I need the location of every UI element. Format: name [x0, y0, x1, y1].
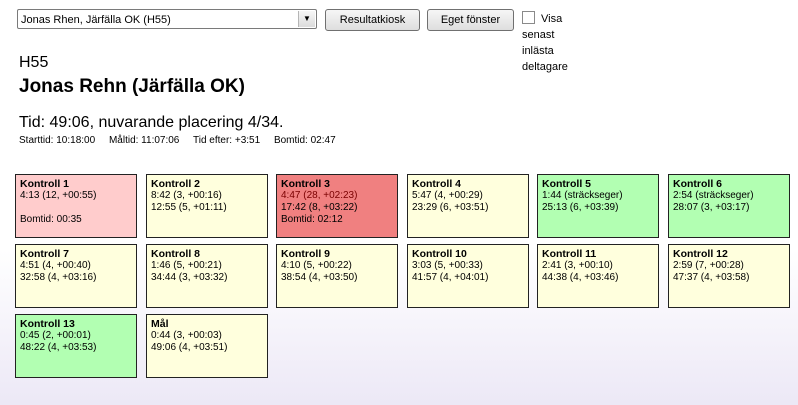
control-split: 4:13 (12, +00:55): [20, 190, 97, 201]
stats-line: Starttid: 10:18:00 Måltid: 11:07:06 Tid …: [19, 135, 347, 146]
control-title: Kontroll 7: [20, 248, 69, 260]
control-total: 47:37 (4, +03:58): [673, 272, 750, 283]
control-total: 25:13 (6, +03:39): [542, 202, 619, 213]
chevron-down-icon[interactable]: ▼: [298, 11, 315, 27]
control-bomtid: Bomtid: 00:35: [20, 214, 82, 225]
control-card: Mål 0:44 (3, +00:03) 49:06 (4, +03:51): [146, 314, 268, 378]
time-behind: Tid efter: +3:51: [192, 135, 261, 146]
control-card: Kontroll 4 5:47 (4, +00:29) 23:29 (6, +03:…: [407, 174, 529, 238]
runner-select-value: Jonas Rhen, Järfälla OK (H55): [21, 14, 171, 26]
control-total: 23:29 (6, +03:51): [412, 202, 489, 213]
control-card: Kontroll 2 8:42 (3, +00:16) 12:55 (5, +01:…: [146, 174, 268, 238]
control-card: Kontroll 12 2:59 (7, +00:28) 47:37 (4, +03…: [668, 244, 790, 308]
control-total: 12:55 (5, +01:11): [151, 202, 227, 213]
control-title: Kontroll 3: [281, 178, 330, 190]
control-title: Kontroll 9: [281, 248, 330, 260]
control-title: Kontroll 1: [20, 178, 69, 190]
control-split: 5:47 (4, +00:29): [412, 190, 483, 201]
control-total: 28:07 (3, +03:17): [673, 202, 750, 213]
finish-time: Måltid: 11:07:06: [108, 135, 180, 146]
control-total: 32:58 (4, +03:16): [20, 272, 97, 283]
control-split: 3:03 (5, +00:33): [412, 260, 483, 271]
control-total: 48:22 (4, +03:53): [20, 342, 97, 353]
control-card: Kontroll 8 1:46 (5, +00:21) 34:44 (3, +03:…: [146, 244, 268, 308]
control-split: 4:51 (4, +00:40): [20, 260, 91, 271]
control-total: 44:38 (4, +03:46): [542, 272, 619, 283]
visa-senast-toggle[interactable]: Visa senast inlästa deltagare: [522, 11, 568, 75]
control-title: Kontroll 12: [673, 248, 728, 260]
runner-select[interactable]: Jonas Rhen, Järfälla OK (H55) ▼: [17, 9, 317, 29]
control-split: 0:44 (3, +00:03): [151, 330, 222, 341]
control-split: 4:10 (5, +00:22): [281, 260, 352, 271]
control-card: Kontroll 3 4:47 (28, +02:23) 17:42 (8, +03…: [276, 174, 398, 238]
control-title: Kontroll 5: [542, 178, 591, 190]
control-split: 4:47 (28, +02:23): [281, 190, 358, 201]
resultatkiosk-button[interactable]: Resultatkiosk: [325, 9, 420, 31]
control-split: 1:46 (5, +00:21): [151, 260, 222, 271]
eget-fonster-button[interactable]: Eget fönster: [427, 9, 514, 31]
control-card: Kontroll 13 0:45 (2, +00:01) 48:22 (4, +03…: [15, 314, 137, 378]
class-label: H55: [19, 54, 49, 71]
control-title: Kontroll 10: [412, 248, 467, 260]
control-split: 8:42 (3, +00:16): [151, 190, 222, 201]
control-card: Kontroll 7 4:51 (4, +00:40) 32:58 (4, +03:…: [15, 244, 137, 308]
control-card: Kontroll 1 4:13 (12, +00:55) Bomtid: 00:35: [15, 174, 137, 238]
control-total: 38:54 (4, +03:50): [281, 272, 358, 283]
visa-senast-checkbox[interactable]: [522, 11, 535, 24]
runner-name: Jonas Rehn (Järfälla OK): [19, 76, 245, 97]
control-title: Kontroll 11: [542, 248, 597, 260]
control-total: 49:06 (4, +03:51): [151, 342, 228, 353]
control-title: Kontroll 8: [151, 248, 200, 260]
time-summary: Tid: 49:06, nuvarande placering 4/34.: [19, 114, 284, 131]
control-title: Kontroll 13: [20, 318, 75, 330]
mistake-time: Bomtid: 02:47: [273, 135, 336, 146]
control-total: 41:57 (4, +04:01): [412, 272, 489, 283]
control-split: 2:54 (sträckseger): [673, 190, 754, 201]
start-time: Starttid: 10:18:00: [19, 135, 96, 146]
control-total: 34:44 (3, +03:32): [151, 272, 228, 283]
control-split: 2:59 (7, +00:28): [673, 260, 744, 271]
control-bomtid: Bomtid: 02:12: [281, 214, 343, 225]
control-split: 0:45 (2, +00:01): [20, 330, 91, 341]
control-split: 1:44 (sträckseger): [542, 190, 623, 201]
control-split: 2:41 (3, +00:10): [542, 260, 613, 271]
control-card: Kontroll 6 2:54 (sträckseger) 28:07 (3, +0…: [668, 174, 790, 238]
control-title: Kontroll 6: [673, 178, 722, 190]
control-title: Kontroll 2: [151, 178, 200, 190]
control-total: 17:42 (8, +03:22): [281, 202, 358, 213]
control-card: Kontroll 5 1:44 (sträckseger) 25:13 (6, +0…: [537, 174, 659, 238]
control-title: Mål: [151, 318, 169, 330]
control-card: Kontroll 11 2:41 (3, +00:10) 44:38 (4, +03…: [537, 244, 659, 308]
control-card: Kontroll 9 4:10 (5, +00:22) 38:54 (4, +03:…: [276, 244, 398, 308]
control-card: Kontroll 10 3:03 (5, +00:33) 41:57 (4, +04…: [407, 244, 529, 308]
control-title: Kontroll 4: [412, 178, 461, 190]
